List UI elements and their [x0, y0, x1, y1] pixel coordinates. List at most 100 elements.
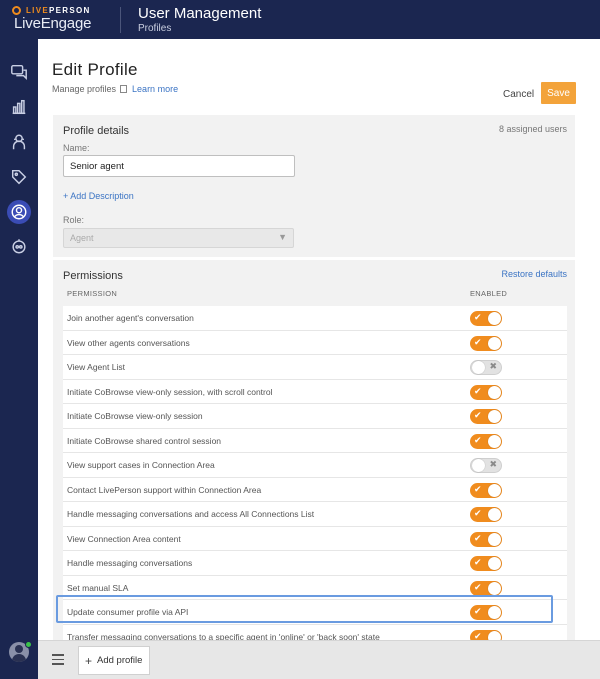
restore-defaults-link[interactable]: Restore defaults [501, 269, 567, 279]
permission-label: Handle messaging conversations and acces… [67, 509, 315, 519]
check-icon: ✔ [474, 532, 482, 543]
check-icon: ✔ [474, 508, 482, 518]
learn-more-link[interactable]: Learn more [132, 84, 178, 94]
permission-label: Handle messaging conversations [67, 558, 193, 568]
permission-label: Initiate CoBrowse view-only session [67, 411, 203, 421]
product-name: LiveEngage [14, 15, 92, 32]
permission-toggle[interactable]: ✔ [470, 409, 502, 424]
check-icon: ✔ [474, 385, 482, 396]
manage-profiles-text: Manage profiles [52, 84, 117, 94]
permission-row: Initiate CoBrowse view-only session ✔ [63, 404, 567, 429]
add-profile-label: Add profile [97, 655, 143, 666]
add-profile-button[interactable]: + Add profile [78, 646, 150, 675]
chat-bubbles-icon[interactable] [8, 61, 30, 83]
main-content: Edit Profile Manage profiles Learn more … [38, 39, 600, 679]
permission-row: View other agents conversations ✔ [63, 330, 567, 355]
permission-toggle[interactable]: ✖ [470, 458, 502, 473]
permission-toggle[interactable]: ✔ [470, 580, 502, 596]
app-title: User Management [138, 5, 262, 22]
role-select-value: Agent [70, 233, 94, 243]
permission-label: View other agents conversations [67, 337, 190, 348]
toggle-knob [488, 508, 501, 521]
toggle-knob [472, 459, 485, 472]
left-sidebar [0, 39, 38, 679]
check-icon: ✔ [474, 312, 482, 322]
check-icon: ✔ [474, 557, 482, 567]
check-icon: ✔ [474, 483, 482, 494]
permission-label: View support cases in Connection Area [67, 460, 215, 470]
highlighted-row-outline [56, 595, 553, 623]
permission-label: View Agent List [67, 362, 125, 372]
toggle-knob [488, 385, 501, 399]
bar-chart-icon[interactable] [8, 96, 30, 118]
app-subtitle: Profiles [138, 23, 172, 34]
role-select[interactable]: Agent ▼ [63, 228, 294, 248]
footer-bar: + Add profile [38, 640, 600, 679]
permissions-title: Permissions [63, 270, 123, 282]
x-icon: ✖ [489, 459, 497, 469]
page-subtitle: Manage profiles Learn more [52, 84, 178, 94]
bot-icon[interactable] [8, 235, 30, 257]
permission-toggle[interactable]: ✖ [470, 360, 502, 375]
name-label: Name: [63, 143, 90, 153]
permission-row: View Connection Area content ✔ [63, 526, 567, 551]
toggle-knob [488, 434, 501, 448]
add-description-link[interactable]: + Add Description [63, 191, 134, 201]
permission-label: View Connection Area content [67, 533, 181, 544]
permission-toggle[interactable]: ✔ [470, 335, 502, 351]
save-button[interactable]: Save [541, 82, 576, 104]
check-icon: ✔ [474, 581, 482, 592]
toggle-knob [488, 581, 501, 595]
profile-details-title: Profile details [63, 125, 130, 137]
permission-toggle[interactable]: ✔ [470, 556, 502, 571]
permission-row: Contact LivePerson support within Connec… [63, 477, 567, 502]
toggle-knob [488, 336, 501, 350]
role-label: Role: [63, 215, 85, 225]
permission-toggle[interactable]: ✔ [470, 531, 502, 547]
permission-label: Initiate CoBrowse shared control session [67, 435, 222, 446]
user-circle-icon[interactable] [7, 200, 31, 224]
top-bar: LIVE PERSON LiveEngage User Management Pr… [0, 0, 600, 39]
chevron-down-icon: ▼ [278, 232, 287, 242]
permission-label: Join another agent's conversation [67, 313, 194, 323]
check-icon: ✔ [474, 336, 482, 347]
toggle-knob [488, 312, 501, 325]
permission-column-header: PERMISSION [67, 289, 118, 298]
check-icon: ✔ [474, 434, 482, 445]
liveperson-logo-icon [12, 6, 21, 15]
permission-toggle[interactable]: ✔ [470, 384, 502, 400]
liveperson-logo[interactable]: LIVE PERSON LiveEngage [12, 6, 91, 32]
menu-icon[interactable] [52, 654, 64, 668]
toggle-knob [472, 361, 485, 374]
permission-toggle[interactable]: ✔ [470, 433, 502, 449]
agent-icon[interactable] [8, 131, 30, 153]
page-title: Edit Profile [52, 60, 138, 79]
permission-row: Join another agent's conversation ✔ [63, 306, 567, 331]
permission-label: Initiate CoBrowse view-only session, wit… [67, 386, 273, 397]
tag-icon[interactable] [8, 166, 30, 188]
permission-toggle[interactable]: ✔ [470, 311, 502, 326]
profile-details-panel: Profile details 8 assigned users Name: S… [53, 115, 575, 257]
permission-row: Handle messaging conversations and acces… [63, 502, 567, 527]
x-icon: ✖ [489, 361, 497, 371]
plus-icon: + [85, 653, 93, 668]
permission-label: Set manual SLA [67, 582, 129, 593]
toggle-knob [488, 483, 501, 497]
permission-toggle[interactable]: ✔ [470, 482, 502, 498]
document-icon [120, 85, 128, 93]
permission-row: Initiate CoBrowse view-only session, wit… [63, 379, 567, 404]
toggle-knob [488, 557, 501, 570]
permission-row: View Agent List ✖ [63, 355, 567, 380]
permission-label: Contact LivePerson support within Connec… [67, 484, 262, 495]
profile-name-input[interactable]: Senior agent [63, 155, 295, 177]
header-divider [120, 7, 121, 33]
permission-row: Initiate CoBrowse shared control session… [63, 428, 567, 453]
toggle-knob [488, 410, 501, 423]
online-status-dot [25, 641, 32, 648]
check-icon: ✔ [474, 410, 482, 420]
cancel-button[interactable]: Cancel [503, 89, 534, 100]
toggle-knob [488, 532, 501, 546]
enabled-column-header: ENABLED [470, 289, 508, 298]
permission-row: View support cases in Connection Area ✖ [63, 453, 567, 478]
permission-toggle[interactable]: ✔ [470, 507, 502, 522]
